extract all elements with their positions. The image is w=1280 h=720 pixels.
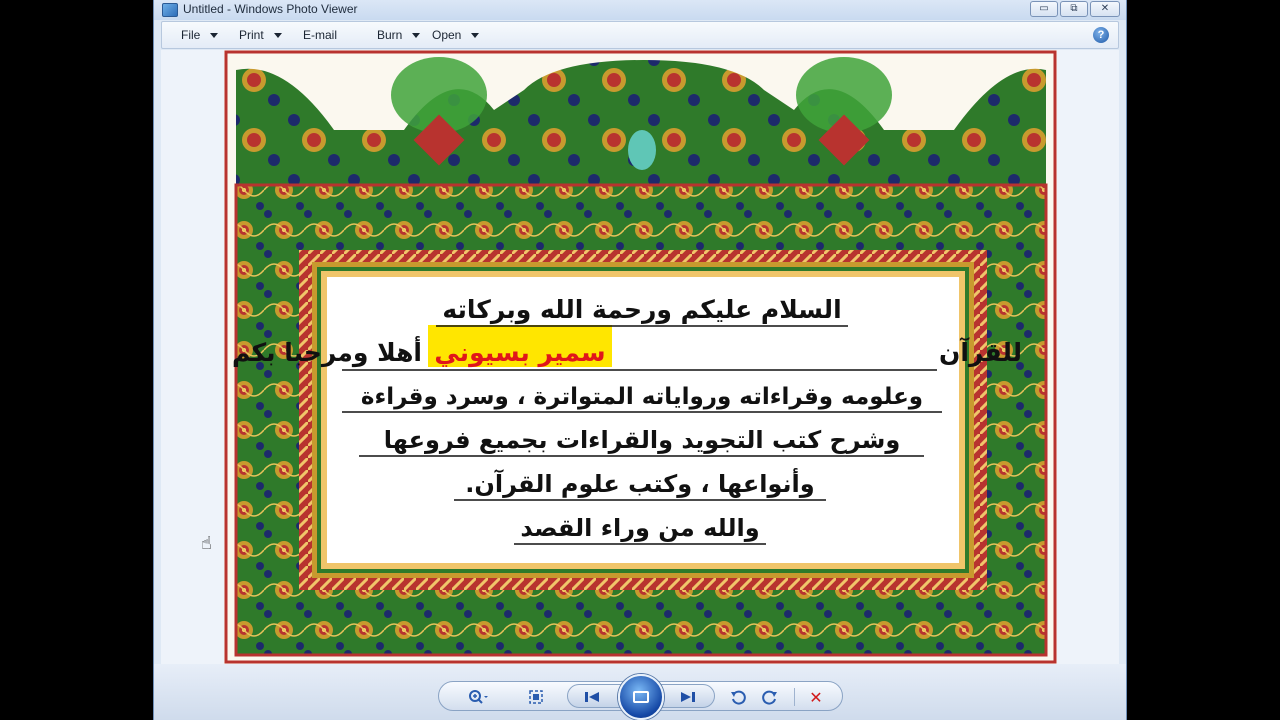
help-icon[interactable]: ? xyxy=(1093,27,1109,43)
displayed-photo: السلام عليكم ورحمة الله وبركاته للقرآن س… xyxy=(224,50,1057,664)
rotate-clockwise-button[interactable] xyxy=(759,687,781,707)
photo-line-5: وأنواعها ، وكتب علوم القرآن. xyxy=(465,468,814,498)
close-icon: ✕ xyxy=(1100,3,1110,14)
restore-icon: ⧉ xyxy=(1070,3,1078,14)
caption-buttons: ▭ ⧉ ✕ xyxy=(1030,1,1120,17)
minimize-icon: ▭ xyxy=(1039,3,1049,14)
delete-button[interactable]: ✕ xyxy=(805,687,827,707)
photo-line-2-suffix: للقرآن xyxy=(939,337,1022,368)
menu-print-label: Print xyxy=(239,28,264,42)
maximize-button[interactable]: ⧉ xyxy=(1060,1,1088,17)
menu-file[interactable]: File xyxy=(181,28,219,42)
command-bar: File Print E-mail Burn Open ? xyxy=(161,21,1119,49)
actual-size-icon xyxy=(529,690,543,704)
chevron-down-icon xyxy=(273,32,282,38)
navigation-pill: ✕ xyxy=(438,674,843,720)
menu-print[interactable]: Print xyxy=(239,28,282,42)
chevron-down-icon xyxy=(471,32,480,38)
close-button[interactable]: ✕ xyxy=(1090,1,1120,17)
photo-line-6: والله من وراء القصد xyxy=(520,514,759,542)
zoom-icon xyxy=(469,690,488,704)
rotate-clockwise-icon xyxy=(762,690,777,705)
toolbar-separator xyxy=(794,688,795,706)
menu-open[interactable]: Open xyxy=(432,28,480,42)
menu-email-label: E-mail xyxy=(303,28,338,42)
photo-line-2-name: سمير بسيوني xyxy=(434,338,605,368)
next-icon xyxy=(681,692,695,702)
previous-icon xyxy=(585,692,599,702)
photo-line-3: وعلومه وقراءاته ورواياته المتواترة ، وسر… xyxy=(361,384,923,410)
photo-viewer-window: Untitled - Windows Photo Viewer ▭ ⧉ ✕ Fi… xyxy=(153,0,1127,720)
window-title: Untitled - Windows Photo Viewer xyxy=(183,2,358,16)
next-button[interactable] xyxy=(677,687,699,707)
chevron-down-icon xyxy=(412,32,421,38)
rotate-counterclockwise-button[interactable] xyxy=(727,687,749,707)
playback-controls-bar: ✕ xyxy=(154,664,1126,720)
menu-open-label: Open xyxy=(432,28,462,42)
menu-burn-label: Burn xyxy=(377,28,403,42)
actual-size-button[interactable] xyxy=(525,687,547,707)
delete-icon: ✕ xyxy=(809,687,823,707)
menu-file-label: File xyxy=(181,28,201,42)
slideshow-icon xyxy=(633,691,649,703)
photo-line-4: وشرح كتب التجويد والقراءات بجميع فروعها xyxy=(384,426,901,454)
title-bar[interactable]: Untitled - Windows Photo Viewer ▭ ⧉ ✕ xyxy=(154,0,1126,20)
rotate-counterclockwise-icon xyxy=(731,690,746,705)
chevron-down-icon xyxy=(210,32,219,38)
minimize-button[interactable]: ▭ xyxy=(1030,1,1058,17)
menu-email[interactable]: E-mail xyxy=(303,28,337,42)
ornamental-frame-image: السلام عليكم ورحمة الله وبركاته للقرآن س… xyxy=(224,50,1057,664)
photo-line-2-prefix: أهلا ومرحبا بكم في قناة: xyxy=(224,336,422,368)
hand-cursor-icon: ☝ xyxy=(201,533,212,554)
photo-viewer-app-icon xyxy=(162,3,178,17)
photo-line-1: السلام عليكم ورحمة الله وبركاته xyxy=(442,295,841,325)
zoom-button[interactable] xyxy=(467,687,489,707)
previous-button[interactable] xyxy=(581,687,603,707)
image-viewport[interactable]: السلام عليكم ورحمة الله وبركاته للقرآن س… xyxy=(161,50,1119,664)
menu-burn[interactable]: Burn xyxy=(377,28,421,42)
slideshow-button[interactable] xyxy=(618,674,664,720)
